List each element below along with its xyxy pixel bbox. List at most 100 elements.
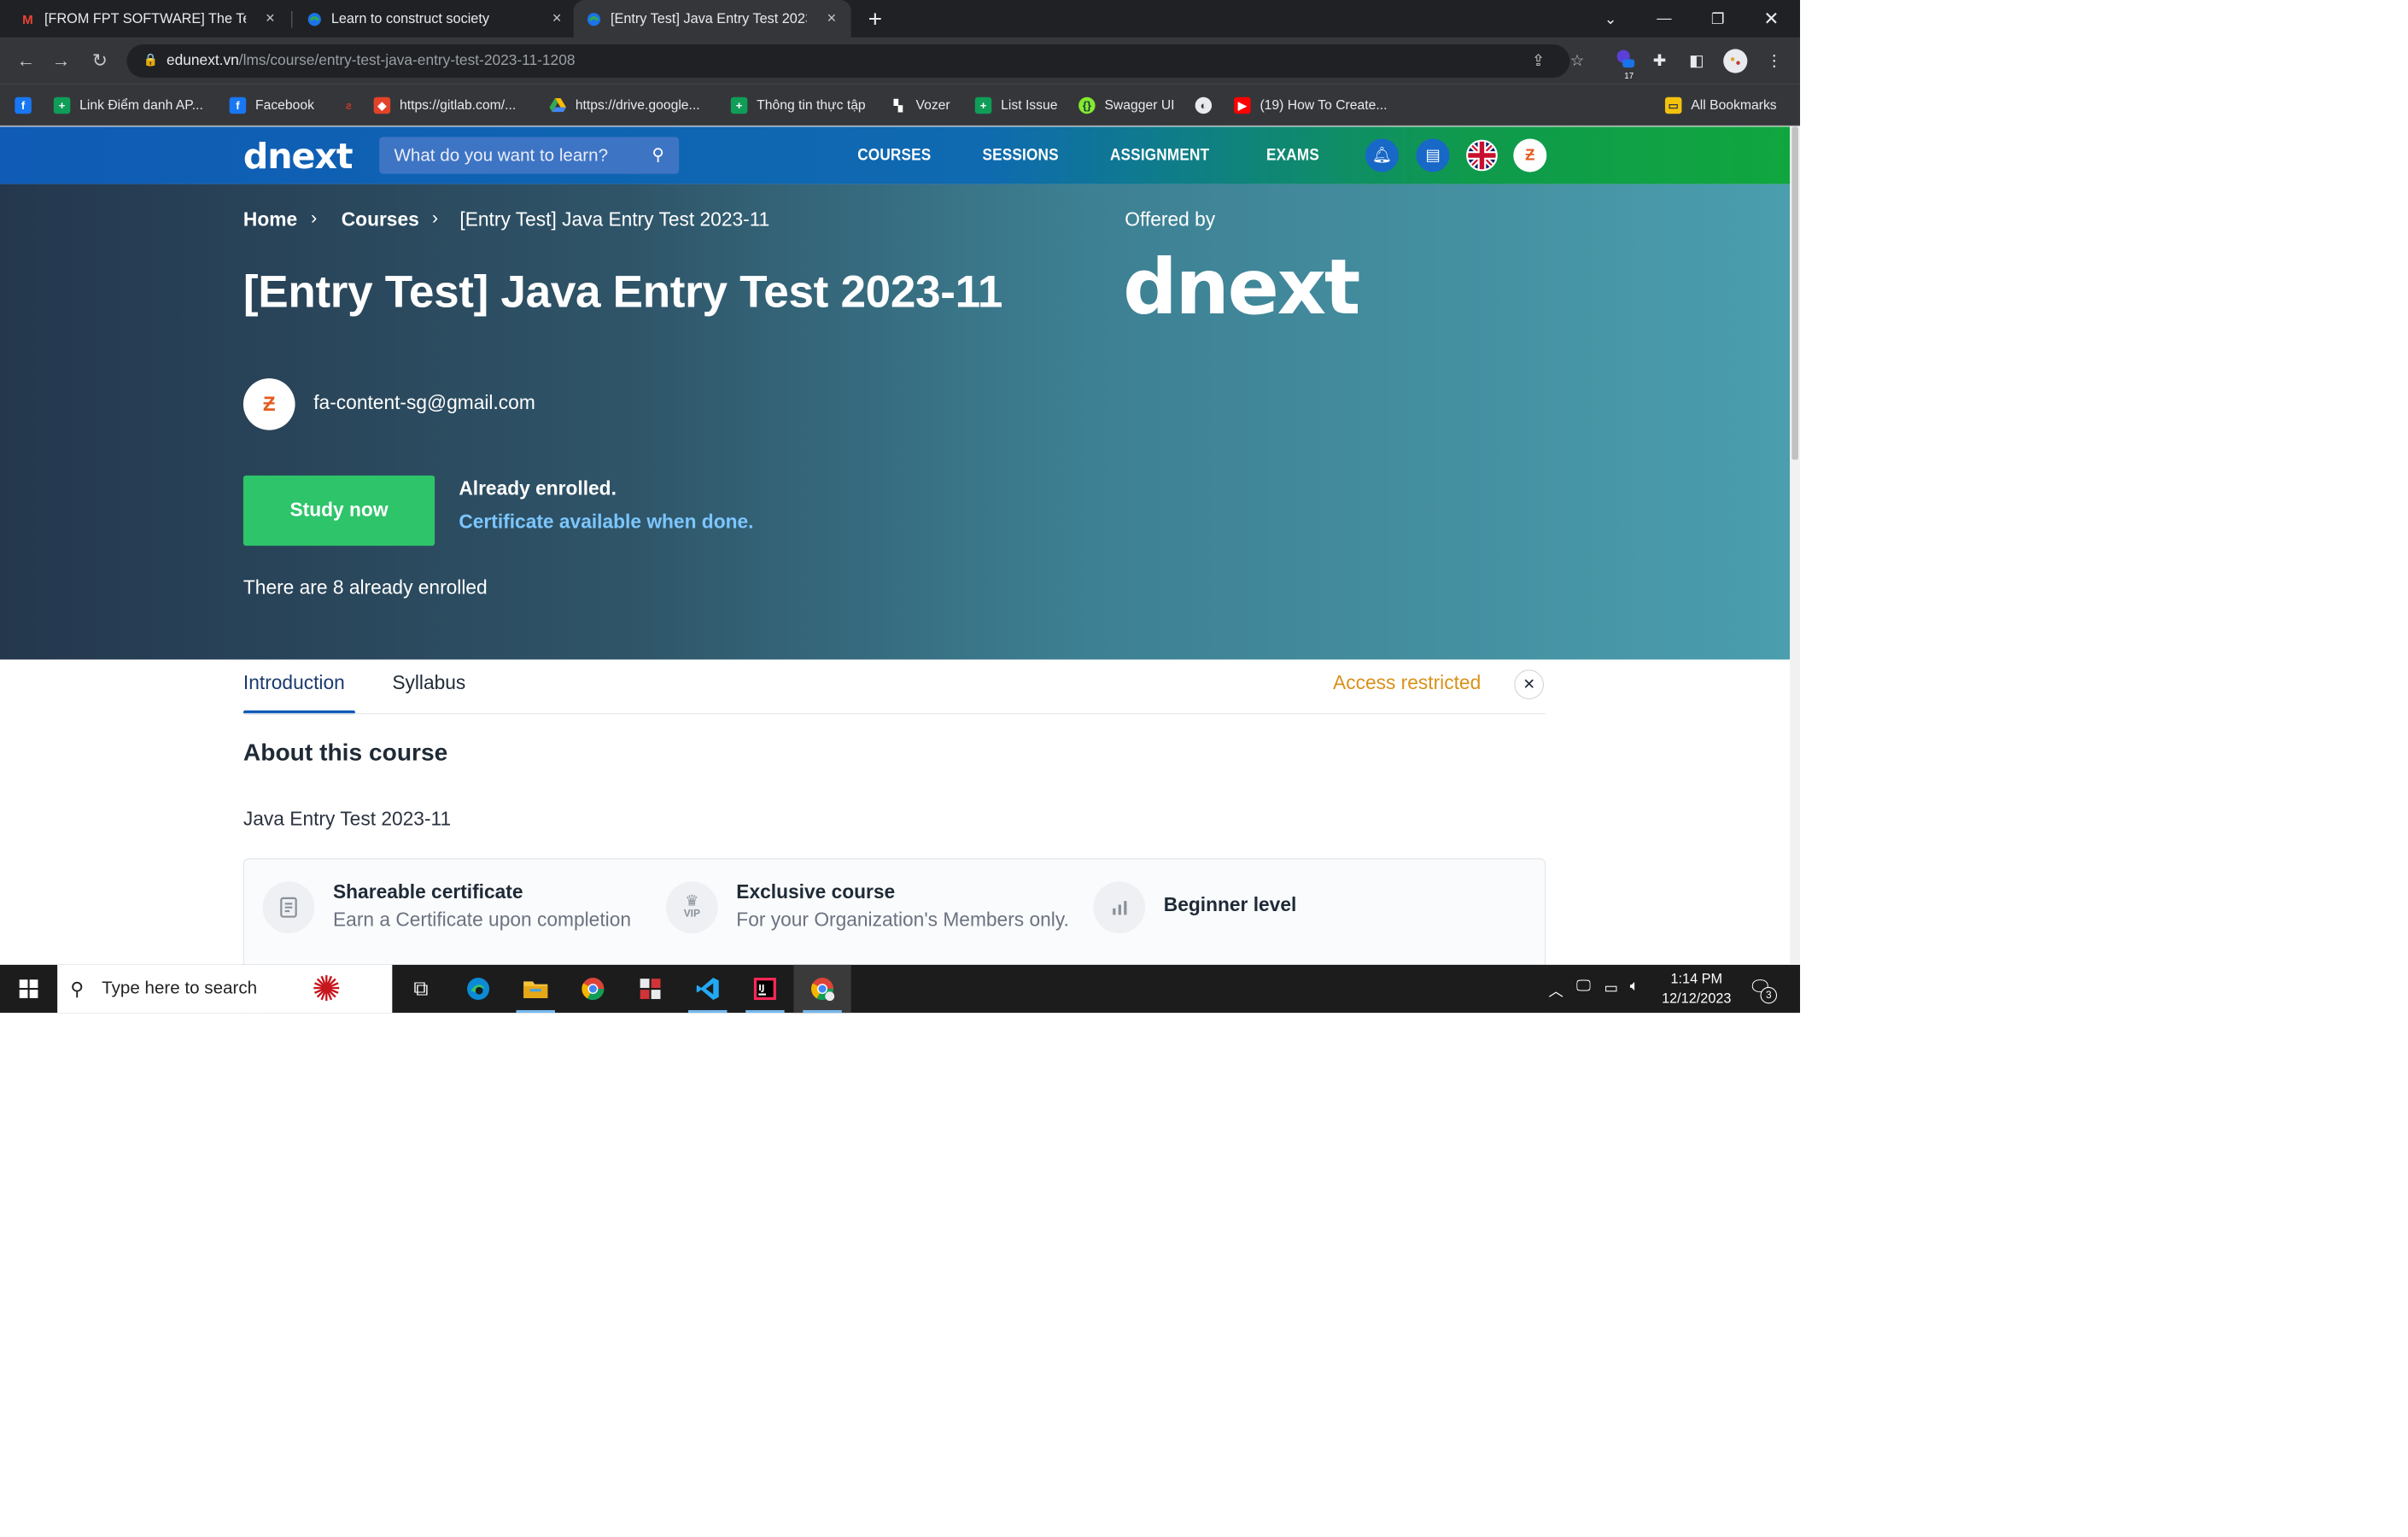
forward-icon[interactable]: → [48, 48, 73, 73]
tab-search-icon[interactable]: ⌄ [1584, 0, 1638, 38]
facebook-icon: f [229, 96, 247, 114]
task-view-icon[interactable]: ⧉ [392, 965, 449, 1013]
taskbar-clock[interactable]: 1:14 PM 12/12/2023 [1651, 969, 1743, 1008]
poinsettia-icon: ✺ [312, 970, 342, 1009]
course-search-input[interactable]: What do you want to learn? ⚲ [379, 137, 680, 174]
owner-email: fa-content-sg@gmail.com [313, 392, 535, 414]
side-panel-icon[interactable]: ◧ [1684, 48, 1710, 73]
close-tab-icon[interactable]: × [262, 9, 278, 26]
site-logo[interactable]: dnext [243, 136, 354, 177]
file-explorer-icon[interactable] [507, 965, 564, 1014]
search-icon[interactable]: ⚲ [652, 145, 664, 165]
bookmark-item[interactable]: + List Issue [974, 94, 1057, 116]
user-avatar[interactable]: Ƶ [1513, 138, 1547, 172]
enrolled-count: There are 8 already enrolled [243, 576, 488, 599]
bookmark-item[interactable]: f [15, 94, 40, 116]
browser-tab-strip: M [FROM FPT SOFTWARE] The Tech × Learn t… [0, 0, 1801, 38]
close-tab-icon[interactable]: × [548, 9, 564, 26]
close-icon[interactable]: ✕ [1514, 669, 1545, 699]
menu-kebab-icon[interactable]: ⋮ [1762, 48, 1787, 73]
youtube-icon: ▶ [1234, 96, 1251, 114]
tab-divider [243, 713, 1546, 715]
language-uk-flag-icon[interactable] [1465, 138, 1499, 172]
share-icon[interactable]: ⇪ [1529, 52, 1548, 71]
bookmark-item[interactable]: ▶ (19) How To Create... [1234, 94, 1387, 116]
feature-subtitle: For your Organization's Members only. [736, 909, 1069, 931]
crown-vip-icon: ♛ VIP [665, 881, 718, 934]
address-bar[interactable]: 🔒 edunext.vn/lms/course/entry-test-java-… [126, 44, 1584, 78]
windows-start-icon[interactable] [0, 965, 57, 1013]
browser-tab-entry-test[interactable]: [Entry Test] Java Entry Test 2023-11 × [573, 0, 851, 38]
tray-chevron-icon[interactable]: ︿ [1548, 979, 1563, 1001]
course-description: Java Entry Test 2023-11 [243, 808, 452, 830]
network-icon[interactable]: 🖵︎ [1576, 979, 1591, 995]
back-icon[interactable]: ← [13, 48, 38, 73]
gitlab-icon: ◆ [373, 96, 391, 114]
breadcrumb-home[interactable]: Home [243, 209, 297, 231]
bookmarks-bar: f + Link Điểm danh AP... f Facebook ƨ ◆ htt… [0, 84, 1801, 126]
battery-icon[interactable]: ▭ [1604, 979, 1617, 997]
new-tab-button[interactable]: + [862, 5, 888, 31]
volume-muted-icon[interactable]: 🔈︎ [1630, 979, 1639, 995]
bookmark-item[interactable]: ◆ https://gitlab.com/... [373, 94, 516, 116]
nav-assignment[interactable]: ASSIGNMENT [1110, 145, 1209, 165]
close-tab-icon[interactable]: × [823, 9, 839, 26]
extensions-puzzle-icon[interactable]: ✚ [1646, 48, 1672, 73]
svg-text:IJ: IJ [758, 984, 764, 993]
bookmark-item[interactable]: ƨ [341, 94, 366, 116]
restore-icon[interactable]: ❐ [1691, 0, 1745, 38]
extension-badge-icon[interactable]: 17 [1611, 48, 1637, 80]
feature-title: Shareable certificate [332, 881, 523, 903]
chrome-icon[interactable] [564, 965, 622, 1013]
browser-tab-learn[interactable]: Learn to construct society × [294, 0, 576, 38]
breadcrumb-separator: › [310, 207, 318, 229]
taskbar-search-input[interactable]: ⚲ Type here to search ✺ [57, 964, 393, 1014]
folder-icon: ▭ [1664, 96, 1682, 114]
vscode-icon[interactable] [679, 965, 736, 1014]
nav-sessions[interactable]: SESSIONS [982, 145, 1058, 165]
swagger-icon: {} [1078, 96, 1096, 114]
nav-exams[interactable]: EXAMS [1266, 145, 1319, 165]
offered-by-logo: dnext [1123, 243, 1360, 332]
site-header: dnext What do you want to learn? ⚲ COURS… [0, 126, 1791, 184]
owner-avatar: Ƶ [243, 378, 295, 430]
bar-chart-icon [1093, 881, 1146, 934]
intellij-icon[interactable]: IJ [736, 965, 793, 1014]
study-now-button[interactable]: Study now [243, 475, 435, 546]
bookmark-item[interactable]: {} Swagger UI [1078, 94, 1175, 116]
bookmark-item[interactable]: ◐ [1195, 94, 1221, 116]
profile-avatar[interactable] [1722, 48, 1748, 73]
tab-syllabus[interactable]: Syllabus [392, 673, 465, 695]
breadcrumb-separator: › [431, 207, 439, 229]
bookmark-icon: ƨ [345, 98, 353, 113]
breadcrumb-courses[interactable]: Courses [342, 209, 419, 231]
certificate-note: Certificate available when done. [459, 511, 754, 533]
bookmark-item[interactable]: https://drive.google... [549, 94, 700, 116]
notification-center-icon[interactable]: 🗨︎ 3 [1747, 976, 1778, 1004]
vozer-icon: ▚ [893, 98, 903, 113]
url-text: edunext.vn/lms/course/entry-test-java-en… [166, 52, 576, 69]
offered-by-label: Offered by [1125, 208, 1216, 231]
snipping-tool-icon[interactable] [622, 965, 679, 1013]
nav-courses[interactable]: COURSES [857, 145, 931, 165]
chrome-active-icon[interactable] [793, 964, 851, 1014]
edunext-icon [307, 12, 322, 26]
lock-icon: 🔒 [143, 52, 159, 67]
bookmark-item[interactable]: ▚ Vozer [890, 94, 950, 116]
bookmark-item[interactable]: + Thông tin thực tập [730, 94, 866, 116]
browser-tab-gmail[interactable]: M [FROM FPT SOFTWARE] The Tech × [8, 0, 289, 38]
globe-icon: ◐ [1195, 96, 1213, 114]
bell-icon[interactable]: 🔔︎ [1365, 138, 1399, 172]
bookmark-item[interactable]: f Facebook [229, 94, 314, 116]
close-window-icon[interactable]: ✕ [1745, 0, 1798, 38]
browser-toolbar: ← → ↻ 🔒 edunext.vn/lms/course/entry-test… [0, 38, 1801, 85]
tab-introduction[interactable]: Introduction [243, 673, 345, 695]
edge-icon[interactable] [449, 965, 506, 1013]
bookmark-star-icon[interactable]: ☆ [1568, 52, 1587, 71]
chat-icon[interactable]: ▤ [1416, 138, 1450, 172]
minimize-icon[interactable]: — [1637, 0, 1691, 38]
scrollbar-thumb[interactable] [1791, 126, 1798, 460]
all-bookmarks[interactable]: ▭ All Bookmarks [1664, 94, 1777, 116]
reload-icon[interactable]: ↻ [87, 48, 113, 73]
bookmark-item[interactable]: + Link Điểm danh AP... [53, 94, 203, 116]
